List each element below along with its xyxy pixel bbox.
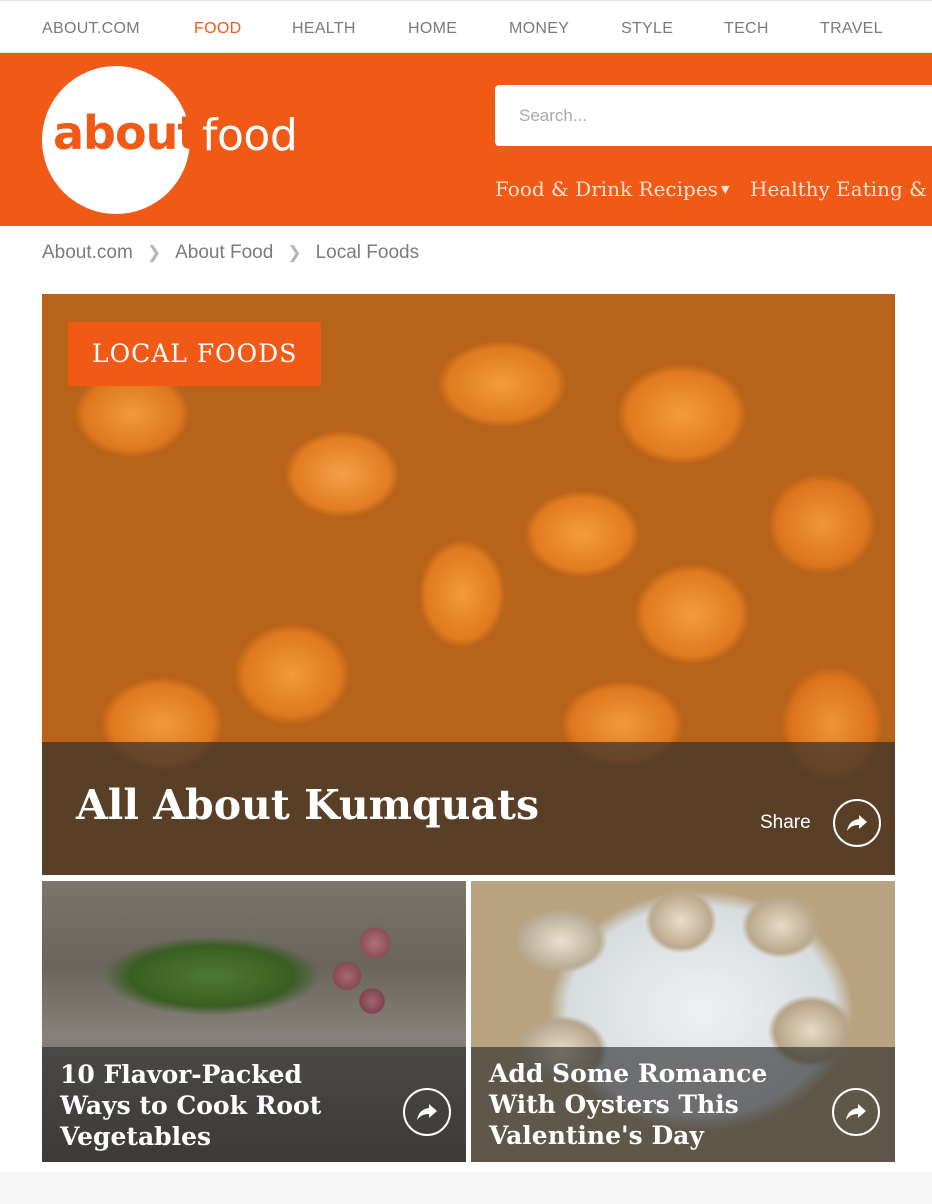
chevron-right-icon: ❯ bbox=[287, 243, 302, 262]
breadcrumb-item-local-foods[interactable]: Local Foods bbox=[316, 242, 420, 263]
nav-item-tech[interactable]: TECH bbox=[724, 20, 769, 38]
logo-about-text[interactable]: about bbox=[53, 106, 199, 160]
nav-item-style[interactable]: STYLE bbox=[621, 20, 673, 38]
category-healthy-eating[interactable]: Healthy Eating & bbox=[750, 177, 927, 201]
nav-item-food[interactable]: FOOD bbox=[194, 20, 241, 38]
breadcrumb-item-about-com[interactable]: About.com bbox=[42, 242, 133, 263]
category-badge[interactable]: LOCAL FOODS bbox=[68, 322, 322, 386]
hero-article-card[interactable]: LOCAL FOODS All About Kumquats Share bbox=[42, 294, 895, 875]
nav-item-money[interactable]: MONEY bbox=[509, 20, 569, 38]
article-card-oysters[interactable]: Add Some Romance With Oysters This Valen… bbox=[471, 881, 895, 1162]
category-food-drink-recipes[interactable]: Food & Drink Recipes ▼ bbox=[495, 177, 729, 201]
category-label: Food & Drink Recipes bbox=[495, 177, 718, 201]
chevron-right-icon: ❯ bbox=[146, 243, 162, 262]
card-title[interactable]: 10 Flavor-Packed Ways to Cook Root Veget… bbox=[60, 1059, 380, 1152]
card-title[interactable]: Add Some Romance With Oysters This Valen… bbox=[489, 1058, 809, 1151]
category-label: Healthy Eating & bbox=[750, 177, 927, 201]
site-header: about food Food & Drink Recipes▼ Healthy… bbox=[0, 53, 932, 226]
share-button[interactable] bbox=[833, 799, 881, 847]
logo-food-text[interactable]: food bbox=[202, 110, 298, 161]
share-arrow-icon bbox=[417, 1104, 437, 1120]
article-card-root-vegetables[interactable]: 10 Flavor-Packed Ways to Cook Root Veget… bbox=[42, 881, 466, 1162]
share-label: Share bbox=[760, 812, 811, 833]
breadcrumb: About.com ❯ About Food ❯ Local Foods bbox=[42, 242, 419, 264]
page-bottom-strip bbox=[0, 1172, 932, 1204]
share-button[interactable] bbox=[832, 1088, 880, 1136]
share-arrow-icon bbox=[846, 1104, 866, 1120]
chevron-down-icon: ▼ bbox=[720, 183, 730, 196]
nav-item-health[interactable]: HEALTH bbox=[292, 20, 356, 38]
share-arrow-icon bbox=[847, 815, 867, 831]
nav-item-home[interactable]: HOME bbox=[408, 20, 457, 38]
channel-nav: ABOUT.COM FOOD HEALTH HOME MONEY STYLE T… bbox=[0, 0, 932, 53]
hero-title[interactable]: All About Kumquats bbox=[76, 781, 539, 829]
breadcrumb-item-about-food[interactable]: About Food bbox=[175, 242, 273, 263]
nav-item-travel[interactable]: TRAVEL bbox=[820, 20, 883, 38]
share-button[interactable] bbox=[403, 1088, 451, 1136]
search-input[interactable] bbox=[495, 85, 932, 146]
nav-item-about-com[interactable]: ABOUT.COM bbox=[42, 20, 140, 38]
